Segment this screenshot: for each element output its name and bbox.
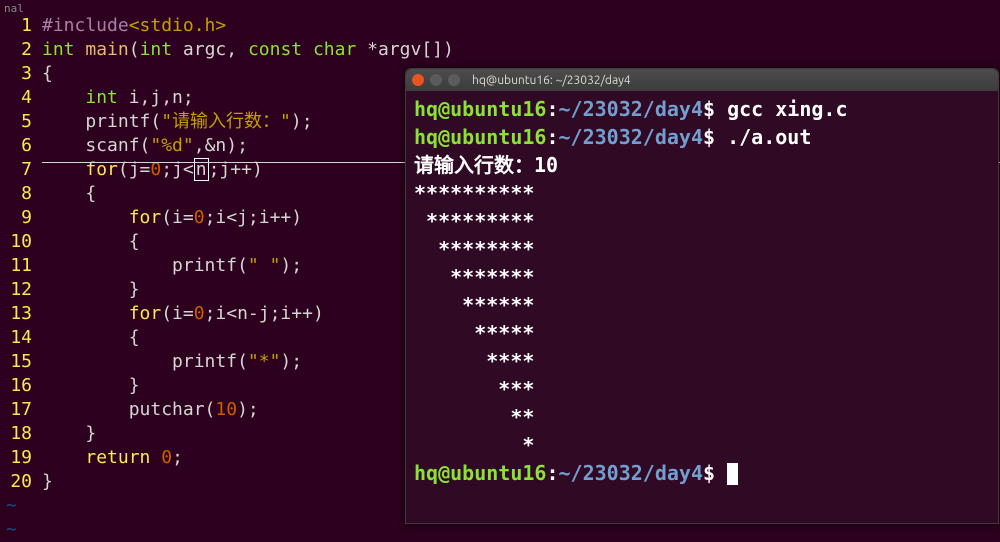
terminal-output-line: ******** [414, 235, 990, 263]
line-number: 4 [0, 86, 42, 110]
code-line[interactable]: 1#include<stdio.h> [0, 14, 1000, 38]
terminal-output-line: 请输入行数：10 [414, 151, 990, 179]
code-line[interactable]: 2int main(int argc, const char *argv[]) [0, 38, 1000, 62]
code-content[interactable]: { [42, 62, 53, 86]
terminal-window[interactable]: hq@ubuntu16: ~/23032/day4 hq@ubuntu16:~/… [405, 68, 999, 524]
code-content[interactable]: putchar(10); [42, 398, 259, 422]
prompt-user: hq@ubuntu16 [414, 97, 546, 121]
line-number: 6 [0, 134, 42, 158]
line-number: 15 [0, 350, 42, 374]
code-content[interactable]: { [42, 326, 140, 350]
terminal-line: hq@ubuntu16:~/23032/day4$ ./a.out [414, 123, 990, 151]
code-content[interactable]: printf(" "); [42, 254, 302, 278]
line-number: 3 [0, 62, 42, 86]
code-content[interactable]: printf("*"); [42, 350, 302, 374]
line-number: 11 [0, 254, 42, 278]
terminal-output-line: ********* [414, 207, 990, 235]
line-number: 18 [0, 422, 42, 446]
code-content[interactable]: scanf("%d",&n); [42, 134, 248, 158]
line-number: 19 [0, 446, 42, 470]
code-content[interactable]: } [42, 422, 96, 446]
line-number: 10 [0, 230, 42, 254]
terminal-output-line: * [414, 431, 990, 459]
prompt-path: ~/23032/day4 [559, 97, 704, 121]
line-number: 12 [0, 278, 42, 302]
maximize-icon[interactable] [448, 74, 460, 86]
code-content[interactable]: } [42, 374, 140, 398]
code-content[interactable]: { [42, 182, 96, 206]
terminal-output-line: ********** [414, 179, 990, 207]
terminal-body[interactable]: hq@ubuntu16:~/23032/day4$ gcc xing.chq@u… [406, 91, 998, 491]
prompt-user: hq@ubuntu16 [414, 125, 546, 149]
editor-title: nal [0, 0, 28, 17]
code-content[interactable]: return 0; [42, 446, 183, 470]
close-icon[interactable] [412, 74, 424, 86]
code-content[interactable]: } [42, 278, 140, 302]
line-number: 7 [0, 158, 42, 182]
prompt-command: ./a.out [715, 125, 811, 149]
line-number: 20 [0, 470, 42, 494]
terminal-title: hq@ubuntu16: ~/23032/day4 [472, 74, 631, 87]
terminal-output-line: ** [414, 403, 990, 431]
terminal-cursor [727, 463, 738, 485]
terminal-output-line: *** [414, 375, 990, 403]
prompt-command: gcc xing.c [715, 97, 847, 121]
code-content[interactable]: } [42, 470, 53, 494]
prompt-path: ~/23032/day4 [559, 125, 704, 149]
code-content[interactable]: { [42, 230, 140, 254]
terminal-output-line: ***** [414, 319, 990, 347]
terminal-output-line: ******* [414, 263, 990, 291]
code-content[interactable]: int i,j,n; [42, 86, 194, 110]
line-number: 5 [0, 110, 42, 134]
line-number: 9 [0, 206, 42, 230]
line-number: 16 [0, 374, 42, 398]
code-content[interactable]: int main(int argc, const char *argv[]) [42, 38, 454, 62]
line-number: 8 [0, 182, 42, 206]
line-number: 2 [0, 38, 42, 62]
terminal-titlebar[interactable]: hq@ubuntu16: ~/23032/day4 [406, 69, 998, 91]
code-content[interactable]: for(i=0;i<j;i++) [42, 206, 302, 230]
prompt-user: hq@ubuntu16 [414, 461, 546, 485]
prompt-command [715, 461, 727, 485]
line-number: 1 [0, 14, 42, 38]
minimize-icon[interactable] [430, 74, 442, 86]
terminal-line: hq@ubuntu16:~/23032/day4$ gcc xing.c [414, 95, 990, 123]
code-content[interactable]: for(i=0;i<n-j;i++) [42, 302, 324, 326]
line-number: 17 [0, 398, 42, 422]
line-number: 13 [0, 302, 42, 326]
prompt-path: ~/23032/day4 [559, 461, 704, 485]
line-number: 14 [0, 326, 42, 350]
code-content[interactable]: printf("请输入行数："); [42, 110, 313, 134]
terminal-line: hq@ubuntu16:~/23032/day4$ [414, 459, 990, 487]
terminal-output-line: ****** [414, 291, 990, 319]
code-content[interactable]: #include<stdio.h> [42, 14, 226, 38]
terminal-output-line: **** [414, 347, 990, 375]
